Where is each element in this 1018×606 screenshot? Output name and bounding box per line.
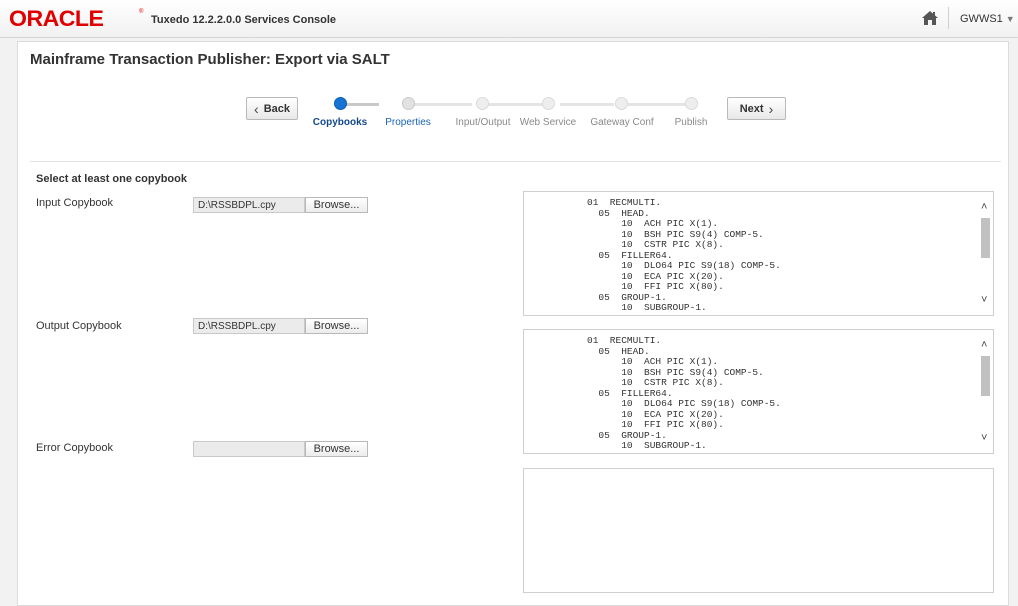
vertical-scrollbar[interactable]: ˄ ˅ — [978, 330, 993, 453]
train-stop-input-output — [476, 97, 489, 110]
user-name: GWWS1 — [960, 13, 1003, 25]
chevron-down-icon[interactable]: ˅ — [981, 295, 987, 306]
input-copybook-browse-button[interactable]: Browse... — [305, 197, 368, 213]
back-button-label: Back — [263, 102, 290, 115]
code-line: 10 ACH PIC X(1). — [621, 356, 719, 367]
code-line: 10 ACH PIC X(1). — [621, 218, 719, 229]
output-copybook-browse-button[interactable]: Browse... — [305, 318, 368, 334]
scroll-thumb[interactable] — [981, 218, 990, 258]
oracle-logo: ORACLE — [9, 6, 104, 31]
code-line: 05 GROUP-1. — [598, 291, 667, 303]
code-line: 10 ECA PIC X(20). — [621, 408, 724, 420]
code-line: 10 FFI PIC X(80). — [621, 419, 724, 430]
section-header: Select at least one copybook — [36, 173, 187, 185]
train-stop-publish — [685, 97, 698, 110]
registered-mark: ® — [139, 9, 144, 15]
code-line: 10 BSH PIC S9(4) COMP-5. — [621, 228, 764, 240]
train-label-properties[interactable]: Properties — [385, 117, 431, 128]
code-line: 10 CSTR PIC X(8). — [621, 239, 724, 250]
code-line: 05 GROUP-1. — [598, 429, 667, 441]
code-line: 10 ECA PIC X(20). — [621, 270, 724, 282]
output-copybook-code: 01 RECMULTI. 05 HEAD. 10 ACH PIC X(1). 1… — [587, 335, 781, 452]
code-line: 05 HEAD. — [598, 207, 650, 219]
train-label-input-output: Input/Output — [455, 117, 511, 128]
main-panel: Mainframe Transaction Publisher: Export … — [17, 41, 1009, 606]
home-icon[interactable] — [921, 10, 939, 26]
code-line: 10 CSTR PIC X(8). — [621, 377, 724, 388]
section-divider — [30, 161, 1001, 162]
chevron-down-icon[interactable]: ˅ — [981, 433, 987, 444]
train-stop-gateway-conf — [615, 97, 628, 110]
train-label-web-service: Web Service — [519, 117, 577, 128]
input-copybook-label: Input Copybook — [36, 197, 114, 209]
input-copybook-field[interactable]: D:\RSSBDPL.cpy — [193, 197, 305, 213]
train-label-publish: Publish — [674, 117, 708, 128]
error-copybook-field[interactable] — [193, 441, 305, 457]
scroll-thumb[interactable] — [981, 356, 990, 396]
code-line: 10 DLO64 PIC S9(18) COMP-5. — [621, 398, 781, 409]
chevron-down-icon: ▼ — [1005, 14, 1015, 24]
code-line: 10 BSH PIC S9(4) COMP-5. — [621, 366, 764, 378]
error-copybook-browse-button[interactable]: Browse... — [305, 441, 368, 457]
input-copybook-code: 01 RECMULTI. 05 HEAD. 10 ACH PIC X(1). 1… — [587, 197, 781, 314]
error-copybook-preview[interactable] — [523, 468, 994, 593]
app-title: Tuxedo 12.2.2.0.0 Services Console — [151, 14, 337, 26]
train-connector — [628, 103, 688, 106]
code-line: 05 FILLER64. — [598, 387, 673, 399]
train-stop-properties[interactable] — [402, 97, 415, 110]
next-button[interactable]: Next › — [727, 97, 786, 120]
code-line: 05 FILLER64. — [598, 249, 673, 261]
chevron-right-icon: › — [768, 100, 774, 117]
chevron-up-icon[interactable]: ˄ — [981, 202, 987, 213]
top-header: ORACLE ® Tuxedo 12.2.2.0.0 Services Cons… — [0, 0, 1018, 38]
train-connector — [408, 103, 472, 106]
code-line: 01 RECMULTI. — [587, 197, 662, 208]
output-copybook-label: Output Copybook — [36, 320, 122, 332]
back-button[interactable]: ‹ Back — [246, 97, 298, 120]
train-stop-copybooks[interactable] — [334, 97, 347, 110]
code-line: 10 SUBGROUP-1. — [621, 440, 707, 451]
code-line: 05 HEAD. — [598, 345, 650, 357]
code-line: 01 RECMULTI. — [587, 335, 662, 346]
page-title: Mainframe Transaction Publisher: Export … — [30, 51, 390, 68]
train-connector — [484, 103, 548, 106]
train-label-gateway-conf: Gateway Conf — [590, 117, 654, 128]
train-connector — [560, 103, 614, 106]
next-button-label: Next — [739, 102, 764, 115]
chevron-left-icon: ‹ — [254, 100, 259, 117]
train-stop-web-service — [542, 97, 555, 110]
output-copybook-field[interactable]: D:\RSSBDPL.cpy — [193, 318, 305, 334]
vertical-scrollbar[interactable]: ˄ ˅ — [978, 192, 993, 315]
output-copybook-preview[interactable]: 01 RECMULTI. 05 HEAD. 10 ACH PIC X(1). 1… — [523, 329, 994, 454]
code-line: 10 FFI PIC X(80). — [621, 281, 724, 292]
code-line: 10 SUBGROUP-1. — [621, 302, 707, 313]
user-menu[interactable]: GWWS1 ▼ — [960, 13, 1015, 25]
chevron-up-icon[interactable]: ˄ — [981, 340, 987, 351]
code-line: 10 DLO64 PIC S9(18) COMP-5. — [621, 260, 781, 271]
train-label-copybooks[interactable]: Copybooks — [313, 117, 367, 128]
input-copybook-preview[interactable]: 01 RECMULTI. 05 HEAD. 10 ACH PIC X(1). 1… — [523, 191, 994, 316]
header-separator — [948, 7, 949, 29]
error-copybook-label: Error Copybook — [36, 442, 114, 454]
